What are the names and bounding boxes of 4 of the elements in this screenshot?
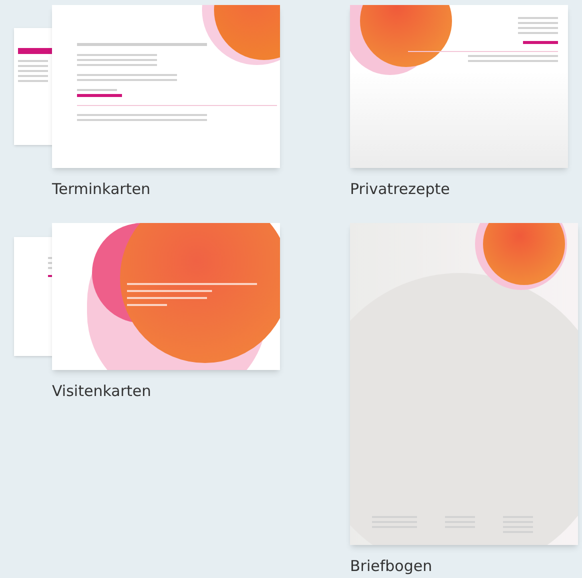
item-label[interactable]: Terminkarten <box>52 178 350 200</box>
item-label[interactable]: Privatrezepte <box>350 178 582 200</box>
item-label[interactable]: Briefbogen <box>350 555 582 578</box>
item-label[interactable]: Visitenkarten <box>52 380 350 402</box>
